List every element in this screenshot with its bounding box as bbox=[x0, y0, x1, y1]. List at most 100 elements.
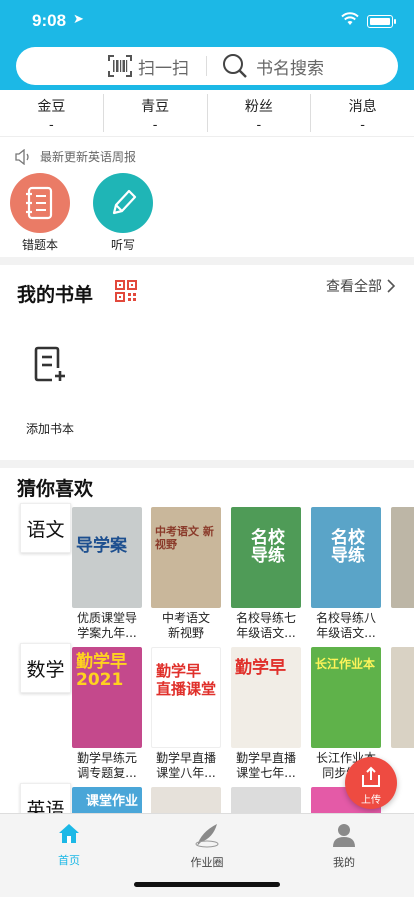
stat-value: - bbox=[152, 118, 158, 133]
book-title: 名校导练八 年级语文... bbox=[315, 611, 376, 640]
cover-text: 课堂作业 bbox=[86, 794, 139, 809]
tab-home[interactable]: 首页 bbox=[29, 822, 109, 868]
view-all-link[interactable]: 查看全部 bbox=[326, 276, 397, 296]
book-cover: 勤学早 bbox=[231, 647, 301, 748]
tab-label: 作业圈 bbox=[190, 856, 224, 869]
book-card[interactable] bbox=[151, 787, 221, 813]
book-cover: 导学案 bbox=[72, 507, 142, 608]
book-cover: 长江作业本 bbox=[311, 647, 381, 748]
tab-label: 首页 bbox=[58, 854, 80, 867]
book-card[interactable] bbox=[231, 787, 301, 813]
book-title: 勤学早直播 课堂八年... bbox=[155, 751, 216, 780]
book-cover: 名校 导练 bbox=[231, 507, 301, 608]
notice-bar[interactable]: 最新更新英语周报 bbox=[14, 148, 136, 165]
section-separator bbox=[0, 257, 414, 265]
cover-text: 勤学早 bbox=[235, 658, 286, 678]
book-title: 中考语文 新视野 bbox=[161, 611, 210, 640]
notice-text: 最新更新英语周报 bbox=[40, 150, 137, 164]
stat-messages[interactable]: 消息 - bbox=[311, 94, 414, 133]
stat-green-beans[interactable]: 青豆 - bbox=[104, 94, 208, 133]
stat-value: - bbox=[256, 118, 262, 133]
view-all-label: 查看全部 bbox=[326, 279, 382, 295]
my-books-title: 我的书单 bbox=[17, 284, 94, 306]
subject-math[interactable]: 数学 bbox=[20, 643, 71, 693]
book-cover bbox=[391, 647, 414, 748]
qr-code-icon[interactable] bbox=[115, 280, 137, 302]
book-card[interactable]: 勤学早 勤学早直播 课堂七年... bbox=[231, 647, 301, 781]
wifi-icon bbox=[341, 12, 359, 25]
book-cover bbox=[231, 787, 301, 813]
book-cover: 勤学早 2021 bbox=[72, 647, 142, 748]
book-card[interactable]: 名校 导练 名校导练七 年级语文... bbox=[231, 507, 301, 641]
profile-icon bbox=[333, 824, 355, 847]
tab-label: 我的 bbox=[333, 856, 355, 869]
feather-icon bbox=[195, 824, 219, 848]
quick-action-label: 错题本 bbox=[21, 238, 58, 252]
book-cover bbox=[391, 507, 414, 608]
cover-text: 勤学早 2021 bbox=[76, 652, 127, 690]
cover-text: 中考语文 新视野 bbox=[155, 525, 214, 551]
upload-button[interactable]: 上传 bbox=[345, 757, 397, 809]
stat-fans[interactable]: 粉丝 - bbox=[208, 94, 312, 133]
book-cover: 课堂作业 bbox=[72, 787, 142, 813]
status-time: 9:08 bbox=[32, 11, 67, 30]
book-card[interactable]: 勤学早 2021 勤学早练元 调专题复... bbox=[72, 647, 142, 781]
home-icon bbox=[59, 824, 79, 843]
pen-icon bbox=[93, 173, 153, 233]
recommend-title: 猜你喜欢 bbox=[17, 478, 94, 500]
search-bar: 扫一扫 书名搜索 bbox=[16, 47, 398, 85]
wrong-questions-button[interactable]: 错题本 bbox=[9, 173, 71, 253]
stats-row: 金豆 - 青豆 - 粉丝 - 消息 - bbox=[0, 90, 414, 137]
search-icon bbox=[223, 54, 247, 78]
stat-label: 粉丝 bbox=[244, 99, 273, 115]
cover-text: 名校 导练 bbox=[331, 528, 365, 566]
barcode-scan-icon bbox=[108, 55, 132, 77]
section-separator bbox=[0, 460, 414, 468]
location-arrow-icon: ➤ bbox=[73, 12, 84, 27]
stat-label: 金豆 bbox=[37, 99, 66, 115]
add-book-label: 添加书本 bbox=[26, 422, 75, 436]
stat-label: 消息 bbox=[348, 99, 377, 115]
book-cover: 名校 导练 bbox=[311, 507, 381, 608]
subject-chinese[interactable]: 语文 bbox=[20, 503, 71, 553]
status-bar: 9:08 ➤ bbox=[0, 0, 414, 44]
book-card[interactable]: 中考语文 新视野 中考语文 新视野 bbox=[151, 507, 221, 641]
cover-text: 勤学早 直播课堂 bbox=[156, 662, 217, 698]
book-title: 优质课堂导 学案九年... bbox=[76, 611, 137, 640]
stat-label: 青豆 bbox=[141, 99, 170, 115]
book-card-partial[interactable] bbox=[391, 647, 414, 748]
search-placeholder: 书名搜索 bbox=[256, 58, 324, 79]
tab-homework-circle[interactable]: 作业圈 bbox=[167, 822, 247, 870]
scan-button[interactable]: 扫一扫 bbox=[108, 47, 189, 85]
book-cover bbox=[151, 787, 221, 813]
cover-text: 长江作业本 bbox=[315, 657, 376, 671]
stat-value: - bbox=[49, 118, 54, 133]
book-card[interactable]: 课堂作业 bbox=[72, 787, 142, 813]
book-card[interactable]: 勤学早 直播课堂 勤学早直播 课堂八年... bbox=[151, 647, 221, 781]
book-card[interactable]: 导学案 优质课堂导 学案九年... bbox=[72, 507, 142, 641]
speaker-icon bbox=[15, 148, 29, 165]
tab-profile[interactable]: 我的 bbox=[304, 822, 384, 870]
book-card-partial[interactable] bbox=[391, 507, 414, 608]
battery-icon bbox=[367, 15, 396, 28]
stat-value: - bbox=[360, 118, 365, 133]
book-cover: 勤学早 直播课堂 bbox=[151, 647, 221, 748]
header-bar: 9:08 ➤ 扫一扫 书名搜索 bbox=[0, 0, 414, 90]
dictation-button[interactable]: 听写 bbox=[92, 173, 154, 253]
search-divider bbox=[206, 56, 207, 76]
book-cover: 中考语文 新视野 bbox=[151, 507, 221, 608]
stat-gold-beans[interactable]: 金豆 - bbox=[0, 94, 104, 133]
search-input[interactable]: 书名搜索 bbox=[222, 47, 324, 85]
cover-text: 导学案 bbox=[76, 536, 127, 556]
book-card[interactable]: 名校 导练 名校导练八 年级语文... bbox=[311, 507, 381, 641]
cover-text: 名校 导练 bbox=[251, 528, 285, 566]
upload-icon bbox=[362, 766, 380, 787]
quick-action-label: 听写 bbox=[110, 238, 135, 252]
book-title: 勤学早练元 调专题复... bbox=[76, 751, 137, 780]
book-title: 勤学早直播 课堂七年... bbox=[235, 751, 296, 780]
book-title: 名校导练七 年级语文... bbox=[235, 611, 296, 640]
upload-label: 上传 bbox=[361, 795, 381, 806]
home-indicator bbox=[134, 882, 280, 887]
scan-label: 扫一扫 bbox=[138, 58, 189, 79]
chevron-right-icon bbox=[387, 279, 396, 293]
